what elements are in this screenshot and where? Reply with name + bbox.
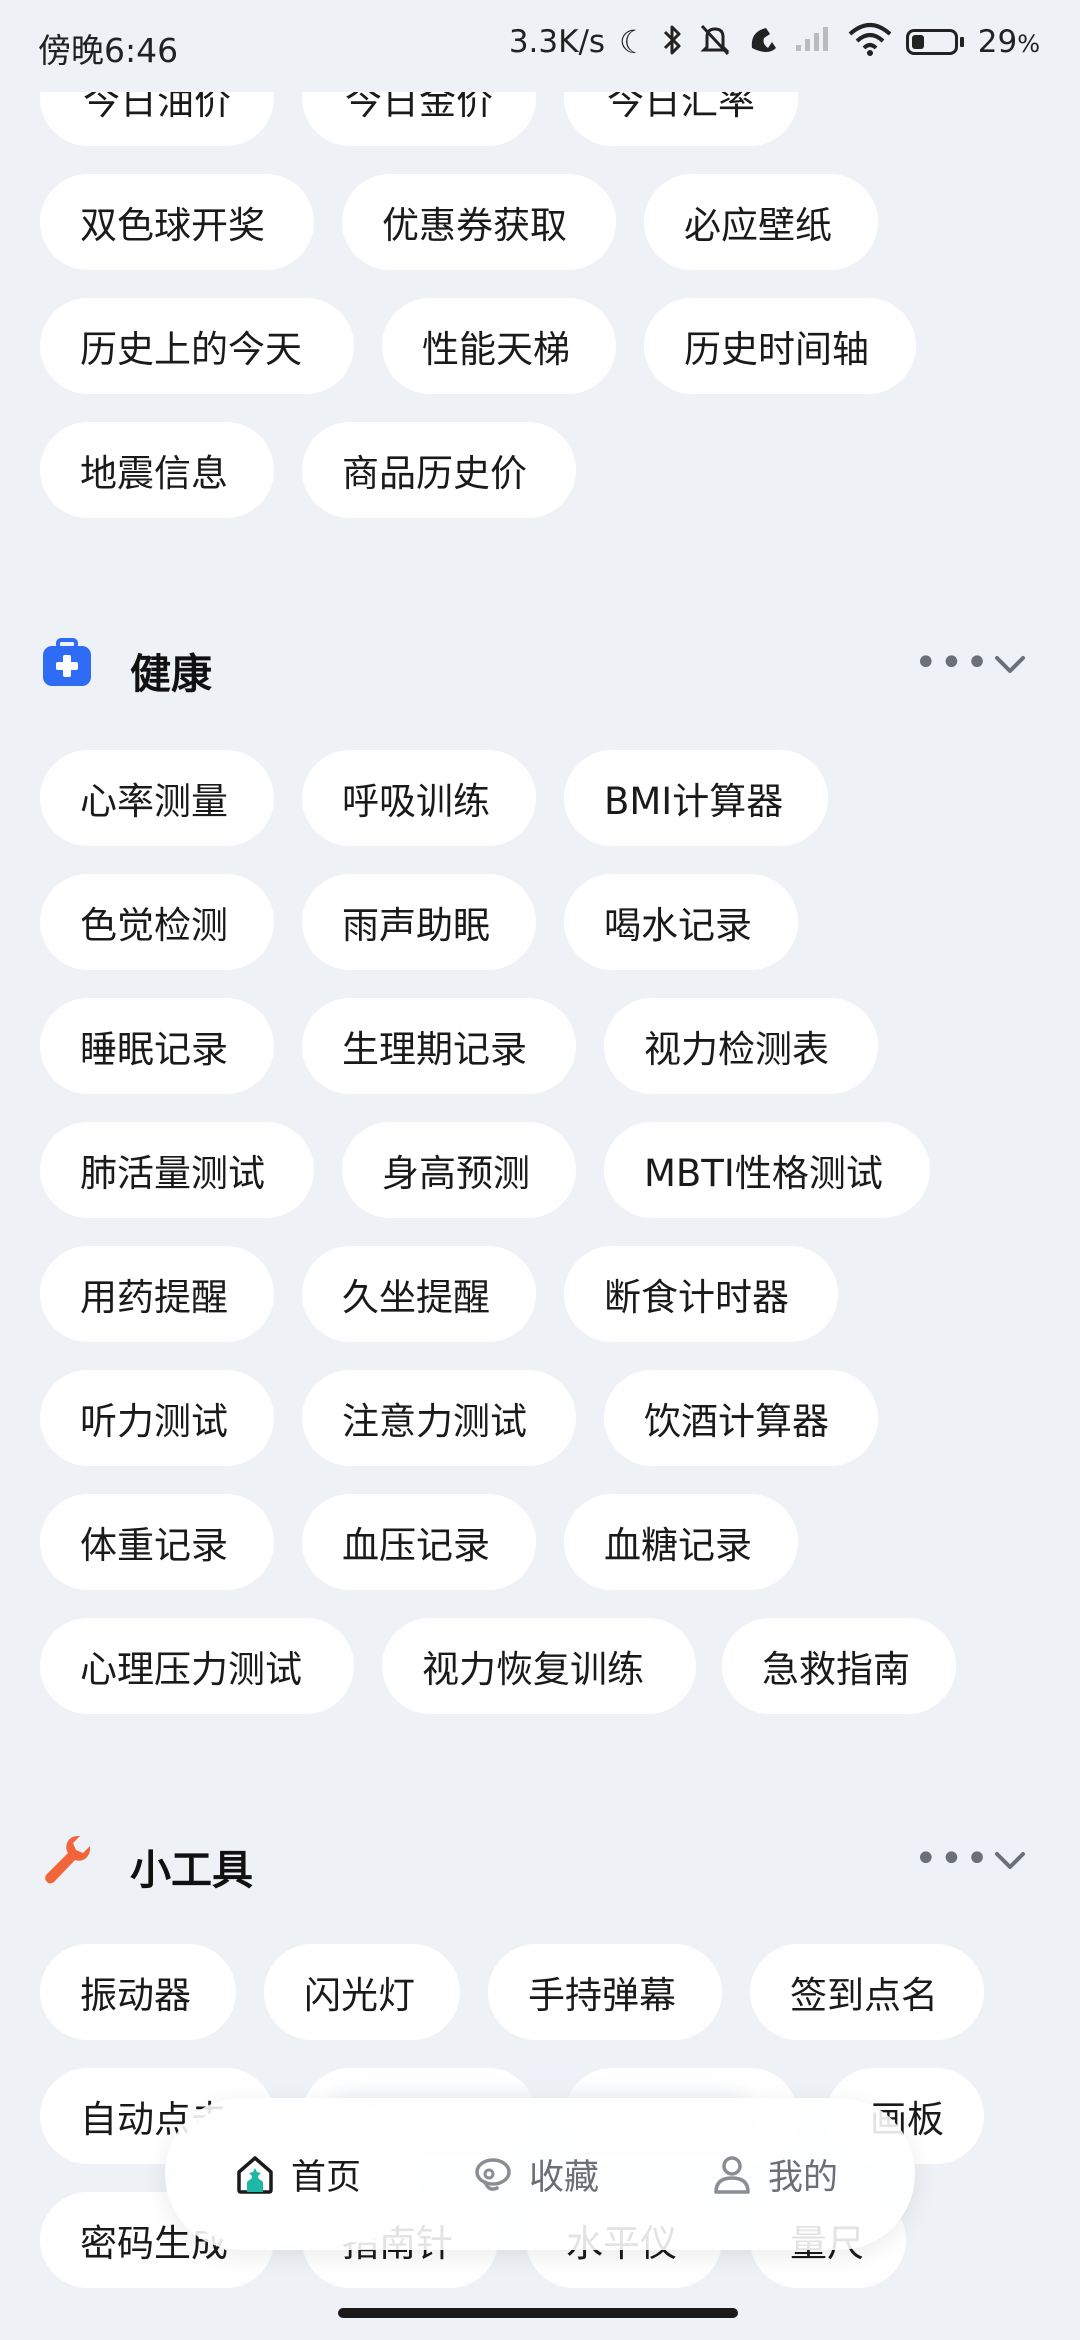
nav-home[interactable]: 首页 [233, 2098, 361, 2250]
chip-flashlight[interactable]: 闪光灯 [264, 1944, 460, 2040]
chip-attention-test[interactable]: 注意力测试 [302, 1370, 576, 1466]
chip-coupon[interactable]: 优惠券获取 [342, 174, 616, 270]
chip-water-log[interactable]: 喝水记录 [564, 874, 798, 970]
chip-price-history[interactable]: 商品历史价 [302, 422, 576, 518]
chip-breathing-training[interactable]: 呼吸训练 [302, 750, 536, 846]
chip-bing-wallpaper[interactable]: 必应壁纸 [644, 174, 878, 270]
chip-sleep-log[interactable]: 睡眠记录 [40, 998, 274, 1094]
section-title-health: 健康 [130, 650, 212, 698]
chip-lung-capacity[interactable]: 肺活量测试 [40, 1122, 314, 1218]
chip-period-log[interactable]: 生理期记录 [302, 998, 576, 1094]
chip-medication-reminder[interactable]: 用药提醒 [40, 1246, 274, 1342]
chip-earthquake-info[interactable]: 地震信息 [40, 422, 274, 518]
health-chevron-down-icon[interactable] [992, 646, 1028, 682]
chip-today-in-history[interactable]: 历史上的今天 [40, 298, 354, 394]
chip-lottery[interactable]: 双色球开奖 [40, 174, 314, 270]
chip-eye-chart[interactable]: 视力检测表 [604, 998, 878, 1094]
home-icon [237, 2156, 273, 2194]
chip-heart-rate[interactable]: 心率测量 [40, 750, 274, 846]
chip-bmi-calculator[interactable]: BMI计算器 [564, 750, 828, 846]
moon-icon: ☾ [619, 23, 648, 61]
user-icon [714, 2156, 750, 2194]
chip-height-predict[interactable]: 身高预测 [342, 1122, 576, 1218]
chip-vibrator[interactable]: 振动器 [40, 1944, 236, 2040]
chip-blood-pressure-log[interactable]: 血压记录 [302, 1494, 536, 1590]
tools-more-icon[interactable]: ••• [914, 1836, 991, 1882]
network-speed: 3.3K/s [508, 24, 606, 60]
status-time: 傍晚6:46 [38, 31, 179, 70]
chip-performance-ladder[interactable]: 性能天梯 [382, 298, 616, 394]
nav-home-label: 首页 [291, 2157, 362, 2198]
status-icons: 3.3K/s ☾ 29% [509, 22, 1040, 62]
bottom-nav: 首页 收藏 我的 [165, 2098, 915, 2250]
chip-handheld-barrage[interactable]: 手持弹幕 [488, 1944, 722, 2040]
health-more-icon[interactable]: ••• [914, 640, 991, 686]
call-icon [746, 22, 780, 62]
chip-fasting-timer[interactable]: 断食计时器 [564, 1246, 838, 1342]
wifi-icon [848, 22, 892, 62]
chip-hearing-test[interactable]: 听力测试 [40, 1370, 274, 1466]
nav-mine-label: 我的 [768, 2157, 839, 2198]
chip-alcohol-calculator[interactable]: 饮酒计算器 [604, 1370, 878, 1466]
mute-bell-icon [698, 22, 732, 62]
nav-mine[interactable]: 我的 [710, 2098, 838, 2250]
home-indicator [338, 2308, 738, 2318]
signal-icon [794, 22, 834, 62]
chip-check-in[interactable]: 签到点名 [750, 1944, 984, 2040]
chip-history-timeline[interactable]: 历史时间轴 [644, 298, 916, 394]
chip-mbti-test[interactable]: MBTI性格测试 [604, 1122, 930, 1218]
battery-level: 29% [977, 24, 1040, 60]
chip-vision-training[interactable]: 视力恢复训练 [382, 1618, 696, 1714]
status-bar: 傍晚6:46 3.3K/s ☾ 29% [0, 0, 1080, 92]
tools-chevron-down-icon[interactable] [992, 1842, 1028, 1878]
chip-stress-test[interactable]: 心理压力测试 [40, 1618, 354, 1714]
chip-blood-sugar-log[interactable]: 血糖记录 [564, 1494, 798, 1590]
battery-icon [905, 29, 964, 55]
nav-favorites-label: 收藏 [529, 2157, 600, 2198]
medical-kit-icon [43, 638, 91, 686]
chip-weight-log[interactable]: 体重记录 [40, 1494, 274, 1590]
chip-rain-sleep[interactable]: 雨声助眠 [302, 874, 536, 970]
bluetooth-icon [662, 22, 684, 62]
wrench-icon [45, 1836, 91, 1884]
chip-sedentary-reminder[interactable]: 久坐提醒 [302, 1246, 536, 1342]
chip-color-vision[interactable]: 色觉检测 [40, 874, 274, 970]
favorites-icon [475, 2158, 511, 2191]
chip-first-aid[interactable]: 急救指南 [722, 1618, 956, 1714]
nav-favorites[interactable]: 收藏 [471, 2098, 599, 2250]
section-title-tools: 小工具 [130, 1846, 253, 1894]
